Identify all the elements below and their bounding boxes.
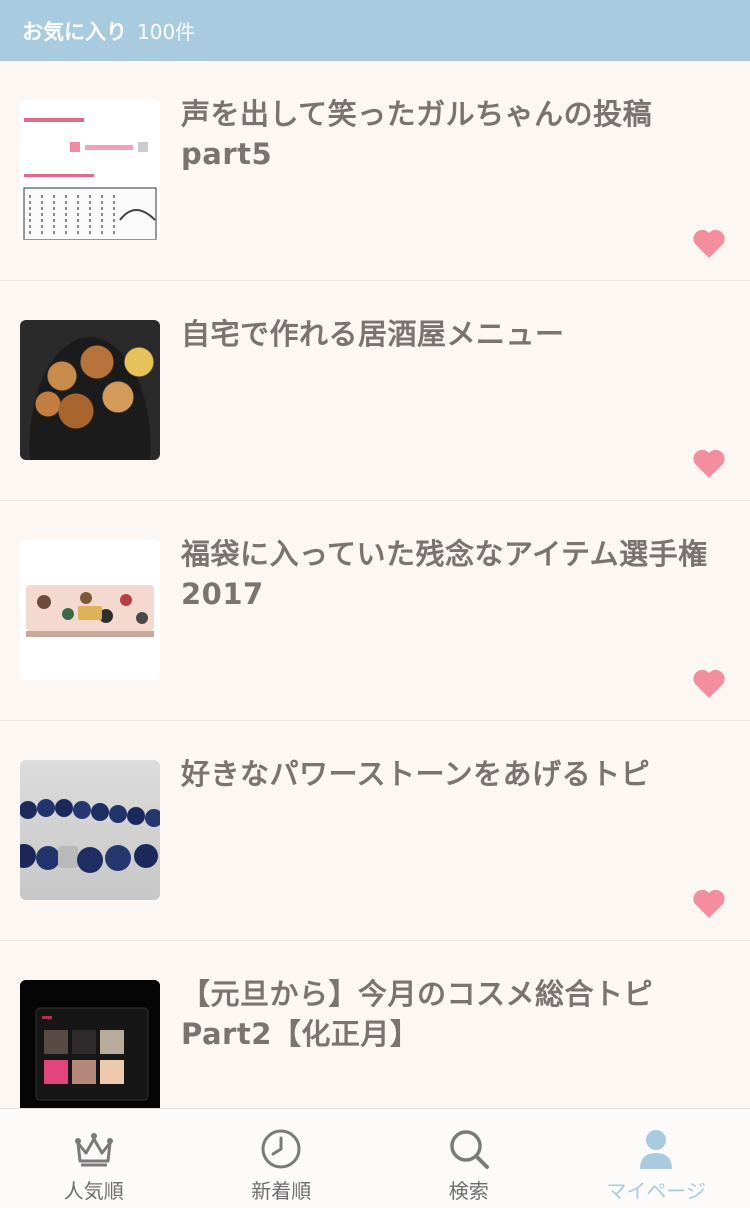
tab-label: 人気順 — [0, 1175, 188, 1204]
cosme-palette-thumbnail-art — [20, 980, 160, 1120]
topic-title[interactable]: 声を出して笑ったガルちゃんの投稿part5 — [181, 94, 726, 174]
manga-thumbnail-art — [20, 100, 160, 240]
person-icon — [634, 1127, 678, 1171]
app-header: お気に入り 100件 — [0, 0, 750, 61]
tab-popular[interactable]: 人気順 — [0, 1109, 188, 1208]
thumbnail-image — [20, 540, 160, 680]
list-item[interactable]: 声を出して笑ったガルちゃんの投稿part5 — [0, 61, 750, 281]
tab-mypage[interactable]: マイページ — [563, 1109, 750, 1208]
crown-icon — [72, 1127, 116, 1171]
heart-icon[interactable] — [692, 668, 726, 700]
topic-title[interactable]: 自宅で作れる居酒屋メニュー — [181, 314, 726, 354]
thumbnail-image — [20, 320, 160, 460]
search-icon — [447, 1127, 491, 1171]
list-item[interactable]: 自宅で作れる居酒屋メニュー — [0, 281, 750, 501]
tab-new[interactable]: 新着順 — [188, 1109, 376, 1208]
heart-icon[interactable] — [692, 888, 726, 920]
bracelet-thumbnail-art — [20, 760, 160, 900]
thumbnail-image — [20, 980, 160, 1120]
tab-search[interactable]: 検索 — [375, 1109, 563, 1208]
tab-label: マイページ — [563, 1175, 750, 1204]
topic-title[interactable]: 福袋に入っていた残念なアイテム選手権 2017 — [181, 534, 726, 614]
heart-icon[interactable] — [692, 228, 726, 260]
wallet-thumbnail-art — [20, 540, 160, 680]
page-title: お気に入り — [22, 16, 127, 46]
list-item[interactable]: 福袋に入っていた残念なアイテム選手権 2017 — [0, 501, 750, 721]
topic-title[interactable]: 【元旦から】今月のコスメ総合トピPart2【化正月】 — [181, 974, 726, 1054]
topic-title[interactable]: 好きなパワーストーンをあげるトピ — [181, 754, 726, 794]
tab-label: 検索 — [375, 1175, 563, 1204]
tab-label: 新着順 — [188, 1175, 376, 1204]
favorites-count: 100件 — [137, 16, 195, 45]
favorites-list: 声を出して笑ったガルちゃんの投稿part5 自宅で作れる居酒屋メニュー — [0, 61, 750, 1161]
bottom-tab-bar: 人気順 新着順 検索 マイページ — [0, 1108, 750, 1208]
heart-icon[interactable] — [692, 448, 726, 480]
clock-icon — [259, 1127, 303, 1171]
thumbnail-image — [20, 100, 160, 240]
thumbnail-image — [20, 760, 160, 900]
list-item[interactable]: 好きなパワーストーンをあげるトピ — [0, 721, 750, 941]
